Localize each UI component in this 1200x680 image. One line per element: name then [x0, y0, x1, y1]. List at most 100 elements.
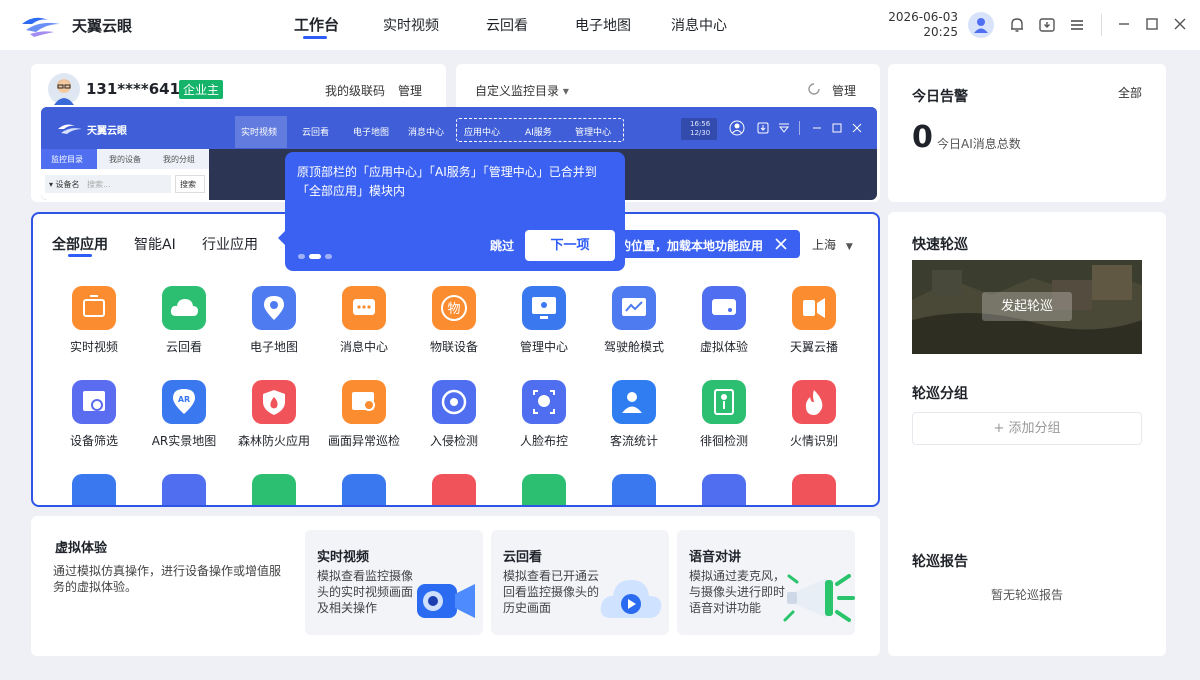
app-label: 物联设备 [429, 340, 478, 354]
chevron-down-icon: ▾ [562, 84, 569, 98]
refresh-icon[interactable] [806, 81, 822, 97]
tab-all-apps[interactable]: 全部应用 [52, 234, 108, 254]
app-tile[interactable]: 入侵检测 [409, 380, 499, 470]
app-tile[interactable]: 人脸布控 [499, 380, 589, 470]
nav-active-indicator [303, 36, 327, 39]
app-tile[interactable]: 设备筛选 [49, 380, 139, 470]
app-tile[interactable]: 消息中心 [319, 286, 409, 376]
time-text: 20:25 [923, 25, 958, 39]
app-icon-partial[interactable] [792, 474, 836, 505]
fire-shield-icon [252, 380, 296, 424]
nav-tab-messages[interactable]: 消息中心 [671, 15, 727, 35]
app-tile[interactable]: AR AR实景地图 [139, 380, 229, 470]
virtual-card-voice-talk[interactable]: 语音对讲 模拟通过麦克风，与摄像头进行即时语音对讲功能 [677, 530, 855, 635]
monitor-dir-label: 自定义监控目录 [475, 84, 560, 98]
skip-button[interactable]: 跳过 [490, 237, 514, 254]
app-label: 云回看 [165, 340, 202, 354]
alarm-title: 今日告警 [912, 89, 968, 105]
app-tile[interactable]: 物物联设备 [409, 286, 499, 376]
app-tile[interactable]: 驾驶舱模式 [589, 286, 679, 376]
logo-icon [22, 17, 60, 37]
app-label: AR实景地图 [151, 434, 217, 448]
menu-icon[interactable] [1068, 16, 1086, 34]
download-icon[interactable] [1038, 16, 1056, 34]
wander-icon [702, 380, 746, 424]
add-group-button[interactable]: + 添加分组 [912, 412, 1142, 445]
virtual-card-cloud-playback[interactable]: 云回看 模拟查看已开通云回看监控摄像头的历史画面 [491, 530, 669, 635]
nav-tab-workbench[interactable]: 工作台 [294, 14, 339, 35]
location-selector[interactable]: 上海 ▼ [812, 236, 853, 253]
preview-divider [799, 121, 800, 135]
monitor-dir-title[interactable]: 自定义监控目录 ▾ [475, 82, 569, 99]
nav-tab-live-video[interactable]: 实时视频 [383, 15, 439, 35]
app-tile[interactable]: 实时视频 [49, 286, 139, 376]
app-icon-partial[interactable] [612, 474, 656, 505]
preview-tab-highlight: 管理中心 [575, 128, 612, 138]
app-tile[interactable]: 虚拟体验 [679, 286, 769, 376]
preview-tab: 云回看 [302, 128, 330, 138]
virtual-card-title: 语音对讲 [689, 550, 742, 565]
app-icon-partial[interactable] [72, 474, 116, 505]
app-tile[interactable]: 画面异常巡检 [319, 380, 409, 470]
app-icon-partial[interactable] [702, 474, 746, 505]
virtual-card-title: 云回看 [503, 550, 543, 565]
bell-icon[interactable] [1008, 16, 1026, 34]
step-dot [325, 254, 332, 259]
preview-close-icon [852, 123, 862, 133]
user-avatar[interactable] [968, 12, 994, 38]
monitor-manage-link[interactable]: 管理 [832, 82, 856, 99]
preview-tab-highlight: AI服务 [525, 128, 552, 138]
app-tile[interactable]: 徘徊检测 [679, 380, 769, 470]
message-icon [342, 286, 386, 330]
app-label: 消息中心 [339, 340, 388, 354]
minimize-icon[interactable] [1116, 16, 1132, 32]
tab-industry-apps[interactable]: 行业应用 [202, 234, 258, 254]
virtual-card-desc: 模拟通过麦克风，与摄像头进行即时语音对讲功能 [689, 569, 786, 615]
app-label: 天翼云播 [789, 340, 838, 354]
alarm-count: 0 [912, 120, 933, 155]
next-button[interactable]: 下一项 [525, 230, 615, 261]
app-icon-partial[interactable] [252, 474, 296, 505]
tab-smart-ai[interactable]: 智能AI [134, 234, 176, 254]
date-text: 2026-06-03 [888, 10, 958, 24]
start-patrol-button[interactable]: 发起轮巡 [982, 292, 1072, 321]
video-icon [72, 286, 116, 330]
preview-tab: 电子地图 [353, 128, 390, 138]
preview-download-icon [757, 122, 769, 134]
level-code-link[interactable]: 我的级联码 [325, 82, 385, 99]
virtual-card-desc: 模拟查看监控摄像头的实时视频画面及相关操作 [317, 569, 414, 615]
app-tile[interactable]: 森林防火应用 [229, 380, 319, 470]
app-tile[interactable]: 客流统计 [589, 380, 679, 470]
chevron-down-icon: ▼ [845, 242, 853, 252]
divider [1101, 14, 1102, 36]
camera-3d-icon [417, 584, 475, 618]
virtual-desc: 通过模拟仿真操作，进行设备操作或增值服务的虚拟体验。 [53, 564, 282, 594]
nav-tab-cloud-playback[interactable]: 云回看 [486, 15, 528, 35]
preview-search-placeholder: 搜索... [87, 180, 111, 189]
app-tile[interactable]: 天翼云播 [769, 286, 859, 376]
app-tile[interactable]: 火情识别 [769, 380, 859, 470]
app-icon-partial[interactable] [432, 474, 476, 505]
app-tile[interactable]: 电子地图 [229, 286, 319, 376]
close-icon[interactable] [1172, 16, 1188, 32]
app-tile[interactable]: 云回看 [139, 286, 229, 376]
preview-dropdown-icon [778, 123, 790, 133]
alarm-all-link[interactable]: 全部 [1118, 84, 1142, 101]
app-title: 天翼云眼 [72, 17, 133, 35]
people-icon [612, 380, 656, 424]
top-bar: 天翼云眼 工作台 实时视频 云回看 电子地图 消息中心 2026-06-03 2… [0, 0, 1200, 50]
avatar [48, 73, 80, 105]
nav-tab-e-map[interactable]: 电子地图 [575, 15, 631, 35]
app-label: 实时视频 [69, 340, 118, 354]
virtual-card-live-video[interactable]: 实时视频 模拟查看监控摄像头的实时视频画面及相关操作 [305, 530, 483, 635]
app-icon-partial[interactable] [522, 474, 566, 505]
preview-side-tab: 我的分组 [163, 155, 195, 164]
app-icon-partial[interactable] [342, 474, 386, 505]
close-icon[interactable] [774, 237, 788, 251]
intrusion-icon [432, 380, 476, 424]
preview-sidebar: 监控目录 我的设备 我的分组 ▾ 设备名 搜索... 搜索 [41, 149, 209, 200]
app-icon-partial[interactable] [162, 474, 206, 505]
app-tile[interactable]: 管理中心 [499, 286, 589, 376]
maximize-icon[interactable] [1144, 16, 1160, 32]
user-manage-link[interactable]: 管理 [398, 82, 422, 99]
